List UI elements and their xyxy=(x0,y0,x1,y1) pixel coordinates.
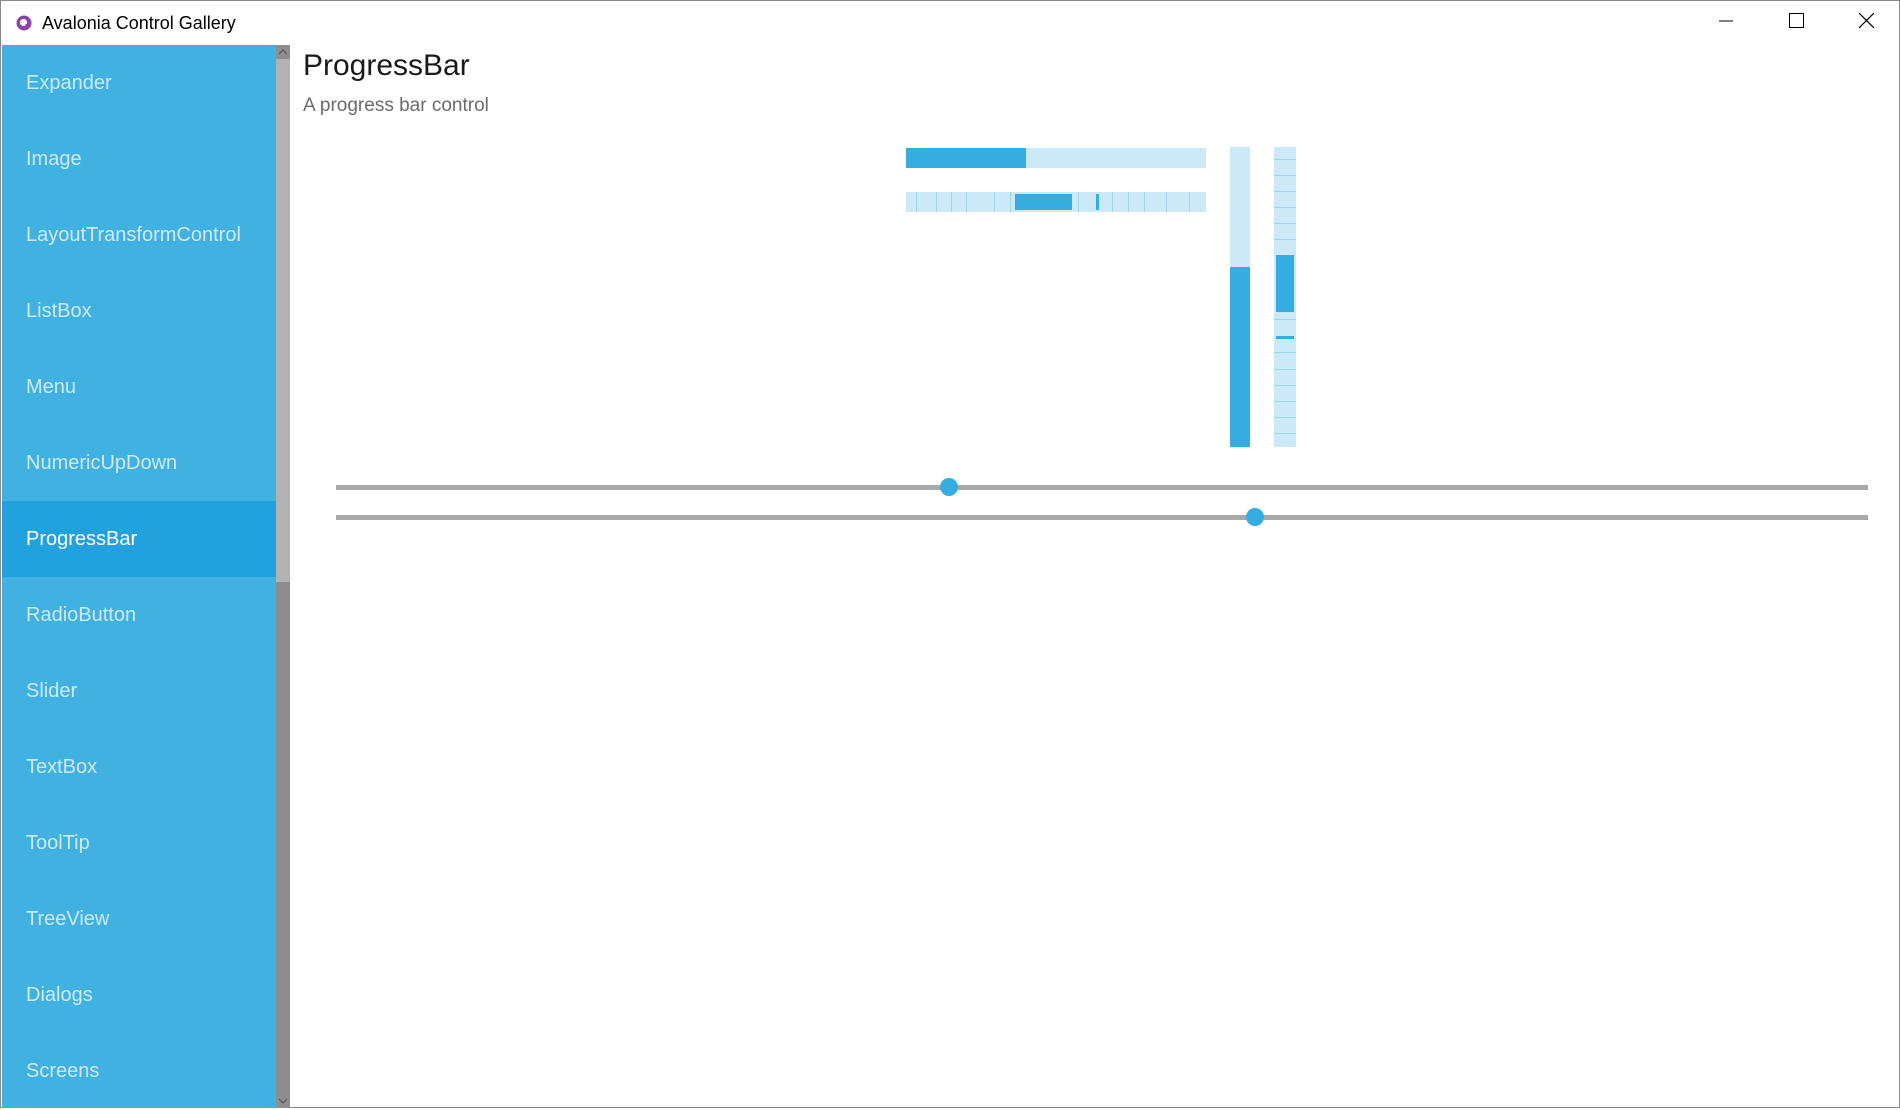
chevron-down-icon xyxy=(278,1092,288,1110)
slider-track[interactable] xyxy=(336,485,1868,490)
indeterminate-stripe xyxy=(966,192,967,212)
indeterminate-stripe xyxy=(1274,319,1296,320)
close-button[interactable] xyxy=(1831,1,1900,45)
close-icon xyxy=(1858,12,1874,33)
sidebar-item-screens[interactable]: Screens xyxy=(2,1033,276,1108)
sidebar-item-label: RadioButton xyxy=(26,603,137,626)
page-title: ProgressBar xyxy=(303,49,470,82)
slider-thumb[interactable] xyxy=(1246,508,1265,526)
indeterminate-stripe xyxy=(1274,207,1296,208)
sidebar-item-label: Dialogs xyxy=(26,983,93,1006)
vertical-indeterminate-progress-bar xyxy=(1274,147,1296,447)
indeterminate-indicator xyxy=(1015,194,1072,210)
indeterminate-stripe xyxy=(916,192,917,212)
indeterminate-stripe xyxy=(1274,433,1296,434)
indeterminate-stripe xyxy=(1274,239,1296,240)
indeterminate-stripe xyxy=(1274,401,1296,402)
indeterminate-stripe xyxy=(1010,192,1011,212)
sidebar-item-label: Expander xyxy=(26,71,112,94)
sidebar-item-label: NumericUpDown xyxy=(26,451,178,474)
sidebar-item-tooltip[interactable]: ToolTip xyxy=(2,805,276,881)
progress-fill xyxy=(1230,267,1250,447)
indeterminate-stripe xyxy=(1112,192,1113,212)
vertical-progress-slider[interactable] xyxy=(336,507,1868,527)
sidebar-item-numericupdown[interactable]: NumericUpDown xyxy=(2,425,276,501)
maximize-icon xyxy=(1788,13,1804,33)
sidebar-item-image[interactable]: Image xyxy=(2,121,276,197)
sidebar-item-expander[interactable]: Expander xyxy=(2,45,276,121)
indeterminate-stripe xyxy=(1274,417,1296,418)
horizontal-progress-bar xyxy=(906,148,1206,168)
sidebar-nav: Expander Image LayoutTransformControl Li… xyxy=(2,45,276,1108)
indeterminate-stripe xyxy=(1128,192,1129,212)
minimize-icon xyxy=(1719,14,1733,33)
sidebar-item-textbox[interactable]: TextBox xyxy=(2,729,276,805)
sidebar-item-layouttransformcontrol[interactable]: LayoutTransformControl xyxy=(2,197,276,273)
window-title: Avalonia Control Gallery xyxy=(42,13,236,33)
indeterminate-stripe xyxy=(1274,159,1296,160)
indeterminate-stripe xyxy=(1078,192,1079,212)
sidebar-item-dialogs[interactable]: Dialogs xyxy=(2,957,276,1033)
indeterminate-stripe xyxy=(1274,352,1296,353)
sidebar-item-treeview[interactable]: TreeView xyxy=(2,881,276,957)
sidebar-item-label: Menu xyxy=(26,375,77,398)
sidebar-item-menu[interactable]: Menu xyxy=(2,349,276,425)
sidebar-scrollbar[interactable] xyxy=(276,45,290,1108)
sidebar-item-radiobutton[interactable]: RadioButton xyxy=(2,577,276,653)
sidebar-item-label: Image xyxy=(26,147,82,170)
indeterminate-indicator xyxy=(1276,336,1294,339)
scroll-down-button[interactable] xyxy=(276,1094,290,1108)
scroll-thumb[interactable] xyxy=(276,59,290,582)
indeterminate-stripe xyxy=(936,192,937,212)
sidebar-item-label: ProgressBar xyxy=(26,527,138,550)
indeterminate-stripe xyxy=(951,192,952,212)
sidebar-item-slider[interactable]: Slider xyxy=(2,653,276,729)
slider-track[interactable] xyxy=(336,515,1868,520)
avalonia-logo-icon xyxy=(16,15,32,31)
slider-thumb[interactable] xyxy=(939,478,958,496)
horizontal-progress-slider[interactable] xyxy=(336,477,1868,497)
sidebar-item-label: TextBox xyxy=(26,755,98,778)
sidebar-item-label: LayoutTransformControl xyxy=(26,223,241,246)
indeterminate-stripe xyxy=(994,192,995,212)
scroll-up-button[interactable] xyxy=(276,45,290,59)
indeterminate-stripe xyxy=(1274,191,1296,192)
indeterminate-stripe xyxy=(1274,175,1296,176)
indeterminate-stripe xyxy=(1274,385,1296,386)
sidebar-item-label: TreeView xyxy=(26,907,110,930)
vertical-progress-bar xyxy=(1230,147,1250,447)
indeterminate-stripe xyxy=(1274,223,1296,224)
sidebar-item-label: ListBox xyxy=(26,299,92,322)
page-subtitle: A progress bar control xyxy=(303,95,489,116)
title-bar: Avalonia Control Gallery xyxy=(1,1,1899,45)
indeterminate-stripe xyxy=(1274,369,1296,370)
maximize-button[interactable] xyxy=(1761,1,1831,45)
app-window: Avalonia Control Gallery Expander Image … xyxy=(0,0,1900,1108)
indeterminate-stripe xyxy=(1144,192,1145,212)
indeterminate-indicator xyxy=(1096,194,1099,210)
sidebar-item-label: ToolTip xyxy=(26,831,90,854)
indeterminate-stripe xyxy=(1189,192,1190,212)
horizontal-indeterminate-progress-bar xyxy=(906,192,1206,212)
minimize-button[interactable] xyxy=(1691,1,1761,45)
sidebar-item-progressbar[interactable]: ProgressBar xyxy=(2,501,276,577)
indeterminate-indicator xyxy=(1276,255,1294,312)
sidebar-item-listbox[interactable]: ListBox xyxy=(2,273,276,349)
sidebar-item-label: Screens xyxy=(26,1059,100,1082)
sidebar-item-label: Slider xyxy=(26,679,78,702)
progress-fill xyxy=(906,148,1026,168)
indeterminate-stripe xyxy=(1166,192,1167,212)
